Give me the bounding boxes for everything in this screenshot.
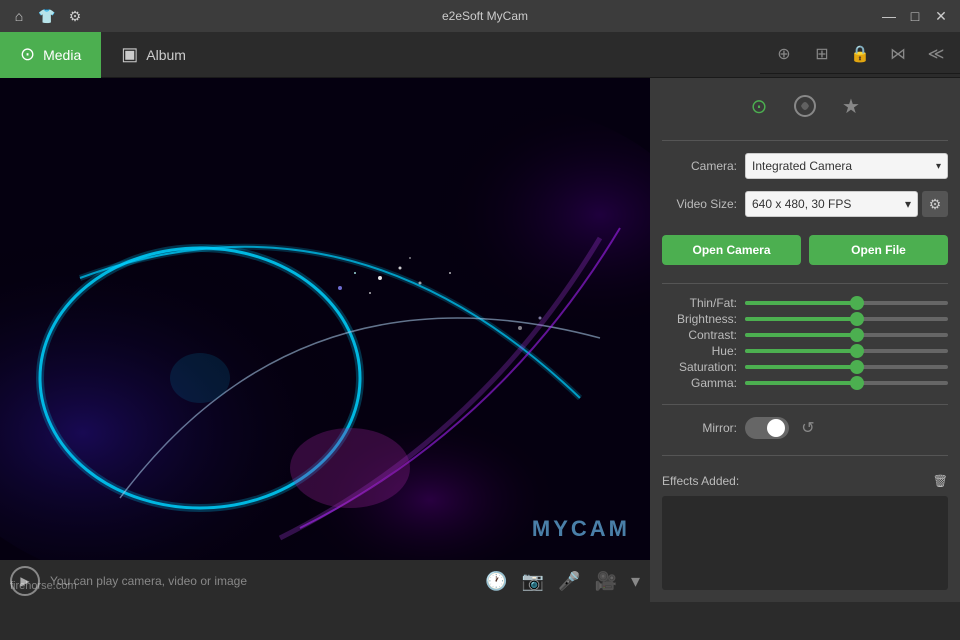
clock-icon[interactable]: 🕐: [485, 571, 507, 592]
panel-effects-icon[interactable]: [789, 90, 821, 122]
minimize-button[interactable]: —: [880, 7, 898, 25]
album-tab-label: Album: [146, 47, 186, 63]
effects-label: Effects Added:: [662, 474, 739, 488]
tab-media[interactable]: ⊙ Media: [0, 32, 101, 78]
mirror-toggle-container: ↺: [745, 417, 819, 439]
video-area: MYCAM ▶ You can play camera, video or im…: [0, 78, 650, 602]
mirror-row: Mirror: ↺: [662, 417, 948, 439]
camera-label: Camera:: [662, 159, 737, 173]
media-tab-label: Media: [43, 47, 81, 63]
slider-row-thin-fat: Thin/Fat:: [662, 296, 948, 310]
camera-row: Camera: Integrated Camera ▾: [662, 153, 948, 179]
mirror-toggle[interactable]: [745, 417, 789, 439]
bottom-icons: 🕐 📷 🎤 🎥 ▾: [485, 571, 640, 592]
media-tab-icon: ⊙: [20, 44, 35, 65]
toolbar-back-btn[interactable]: ≪: [922, 40, 950, 68]
contrast-label: Contrast:: [662, 328, 737, 342]
main-layout: MYCAM ▶ You can play camera, video or im…: [0, 78, 960, 602]
brightness-slider[interactable]: [745, 317, 948, 321]
home-icon[interactable]: ⌂: [10, 7, 28, 25]
toolbar-location-btn[interactable]: ⊕: [770, 40, 798, 68]
app-title: e2eSoft MyCam: [90, 9, 880, 23]
microphone-icon[interactable]: 🎤: [558, 571, 580, 592]
video-size-value: 640 x 480, 30 FPS: [752, 197, 851, 211]
effects-trash-icon[interactable]: 🗑: [933, 474, 948, 488]
mirror-label: Mirror:: [662, 421, 737, 435]
maximize-button[interactable]: □: [906, 7, 924, 25]
watermark: firehorse.com: [10, 580, 77, 592]
tabbar: ⊙ Media ▣ Album ⊕ ⊞ 🔒 ⋈ ≪: [0, 32, 960, 78]
divider-3: [662, 404, 948, 405]
thin-fat-label: Thin/Fat:: [662, 296, 737, 310]
toolbar-share-btn[interactable]: ⋈: [884, 40, 912, 68]
tab-album[interactable]: ▣ Album: [101, 32, 206, 78]
album-tab-icon: ▣: [121, 44, 138, 65]
close-button[interactable]: ✕: [932, 7, 950, 25]
slider-row-contrast: Contrast:: [662, 328, 948, 342]
panel-icon-row: ⊙ ★: [662, 90, 948, 122]
panel-star-icon[interactable]: ★: [835, 90, 867, 122]
divider-2: [662, 283, 948, 284]
camera-icon[interactable]: 📷: [522, 571, 544, 592]
gamma-label: Gamma:: [662, 376, 737, 390]
open-file-button[interactable]: Open File: [809, 235, 948, 265]
video-size-gear-button[interactable]: ⚙: [922, 191, 948, 217]
video-size-arrow: ▾: [905, 197, 911, 211]
settings-icon[interactable]: ⚙: [66, 7, 84, 25]
video-dropdown-icon[interactable]: ▾: [631, 571, 640, 592]
mirror-toggle-thumb: [767, 419, 785, 437]
mycam-logo: MYCAM: [532, 516, 630, 542]
brightness-label: Brightness:: [662, 312, 737, 326]
effects-header: Effects Added: 🗑: [662, 474, 948, 488]
video-size-label: Video Size:: [662, 197, 737, 211]
contrast-slider[interactable]: [745, 333, 948, 337]
video-icon[interactable]: 🎥: [595, 571, 617, 592]
slider-row-hue: Hue:: [662, 344, 948, 358]
hue-slider[interactable]: [745, 349, 948, 353]
toolbar-grid-btn[interactable]: ⊞: [808, 40, 836, 68]
camera-value: Integrated Camera: [752, 159, 852, 173]
video-size-row: Video Size: 640 x 480, 30 FPS ▾ ⚙: [662, 191, 948, 217]
right-panel: ⊙ ★ Camera: Integrated Camera ▾ Video Si…: [650, 78, 960, 602]
divider-1: [662, 140, 948, 141]
mirror-reset-button[interactable]: ↺: [797, 417, 819, 439]
hue-label: Hue:: [662, 344, 737, 358]
divider-4: [662, 455, 948, 456]
camera-dropdown-arrow: ▾: [936, 161, 941, 172]
effects-body: [662, 496, 948, 590]
tshirt-icon[interactable]: 👕: [38, 7, 56, 25]
saturation-slider[interactable]: [745, 365, 948, 369]
gamma-slider[interactable]: [745, 381, 948, 385]
open-camera-button[interactable]: Open Camera: [662, 235, 801, 265]
video-size-dropdown[interactable]: 640 x 480, 30 FPS ▾: [745, 191, 918, 217]
toolbar: ⊕ ⊞ 🔒 ⋈ ≪: [760, 36, 960, 74]
toolbar-lock-btn[interactable]: 🔒: [846, 40, 874, 68]
slider-row-gamma: Gamma:: [662, 376, 948, 390]
panel-camera-icon[interactable]: ⊙: [743, 90, 775, 122]
titlebar: ⌂ 👕 ⚙ e2eSoft MyCam — □ ✕: [0, 0, 960, 32]
slider-row-brightness: Brightness:: [662, 312, 948, 326]
thin-fat-slider[interactable]: [745, 301, 948, 305]
sliders-container: Thin/Fat: Brightness: Contrast:: [662, 296, 948, 392]
camera-dropdown[interactable]: Integrated Camera ▾: [745, 153, 948, 179]
action-button-row: Open Camera Open File: [662, 235, 948, 265]
slider-row-saturation: Saturation:: [662, 360, 948, 374]
bottom-bar: ▶ You can play camera, video or image 🕐 …: [0, 560, 650, 602]
saturation-label: Saturation:: [662, 360, 737, 374]
status-text: You can play camera, video or image: [50, 574, 475, 588]
